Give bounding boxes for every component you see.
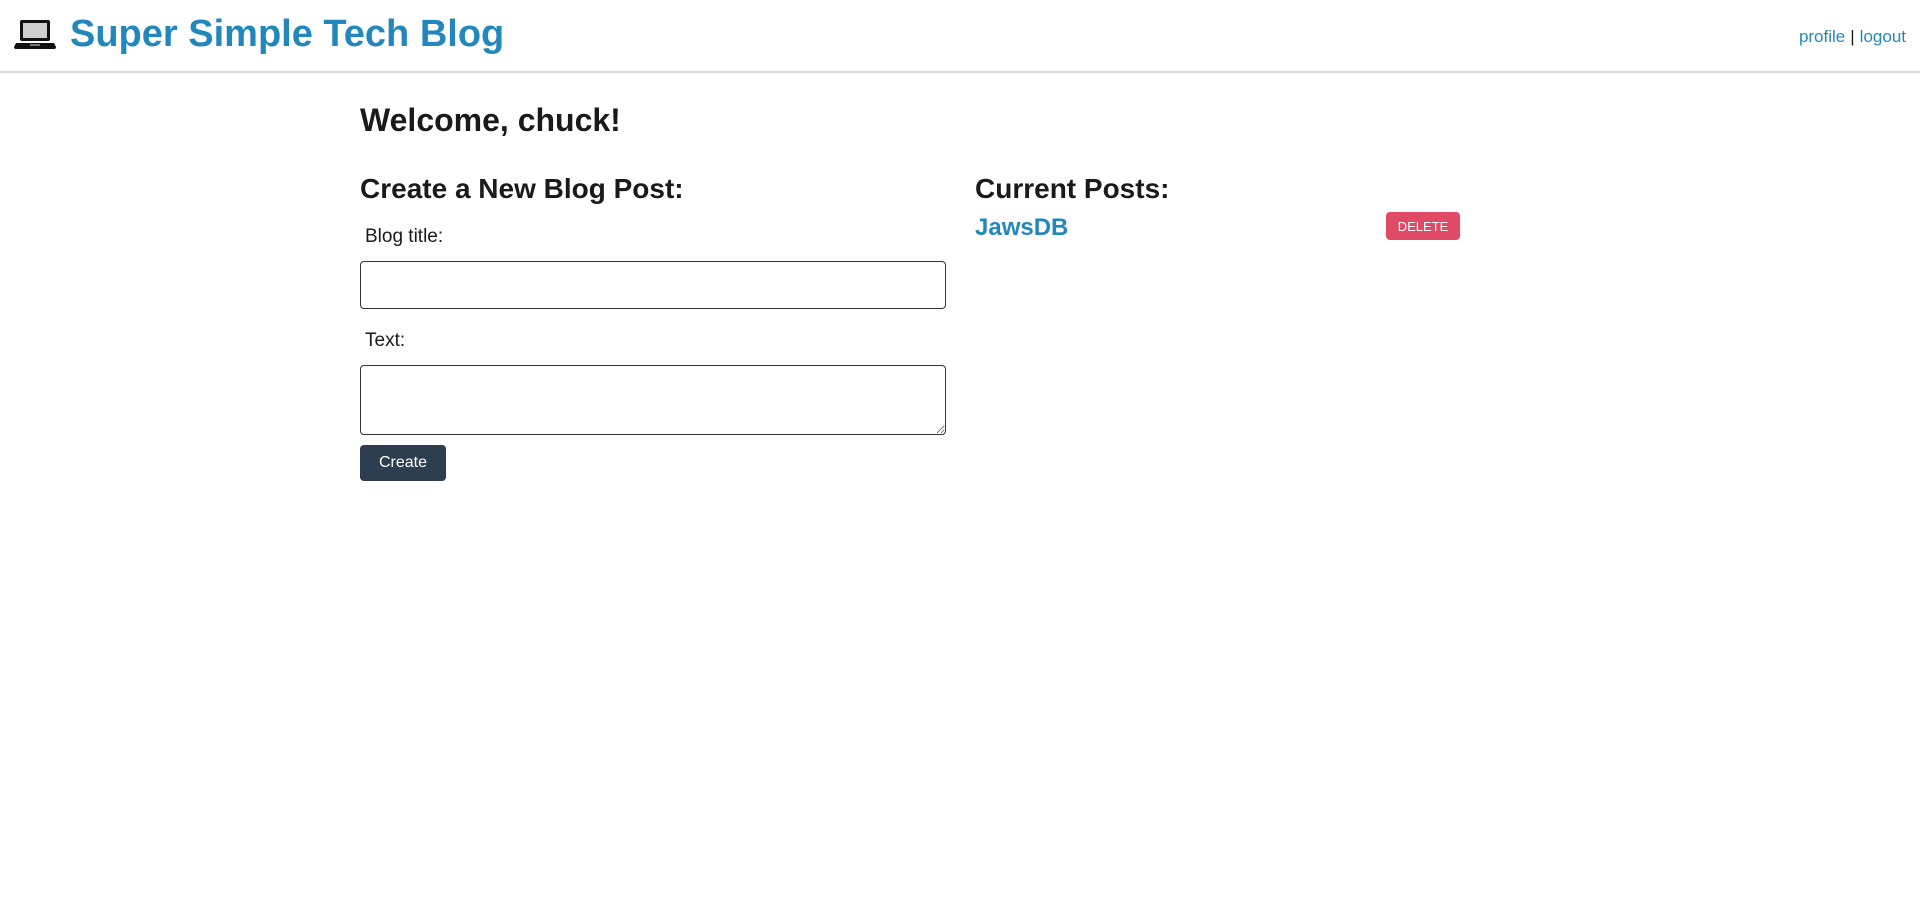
logout-link[interactable]: logout — [1860, 27, 1906, 46]
current-posts-heading: Current Posts: — [975, 173, 1170, 204]
site-title: Super Simple Tech Blog — [70, 13, 505, 55]
post-title-link[interactable]: JawsDB — [975, 214, 1068, 242]
blog-text-label: Text: — [365, 330, 406, 351]
site-brand-link[interactable]: Super Simple Tech Blog — [14, 12, 504, 56]
user-nav: profile | logout — [1799, 27, 1906, 47]
create-post-button[interactable]: Create — [360, 445, 446, 481]
post-list-item: JawsDB DELETE — [975, 212, 1460, 244]
nav-separator: | — [1850, 27, 1855, 46]
blog-text-input[interactable] — [360, 365, 946, 435]
blog-title-input[interactable] — [360, 261, 946, 309]
laptop-icon — [14, 18, 56, 50]
current-posts-section: Current Posts: JawsDB DELETE — [975, 172, 1460, 241]
create-post-section: Create a New Blog Post: Blog title: Text… — [360, 172, 946, 481]
profile-link[interactable]: profile — [1799, 27, 1845, 46]
blog-title-label: Blog title: — [365, 226, 444, 247]
site-header: Super Simple Tech Blog profile | logout — [0, 0, 1920, 73]
create-post-heading: Create a New Blog Post: — [360, 173, 684, 204]
delete-post-button[interactable]: DELETE — [1386, 212, 1460, 240]
welcome-heading: Welcome, chuck! — [360, 102, 621, 138]
